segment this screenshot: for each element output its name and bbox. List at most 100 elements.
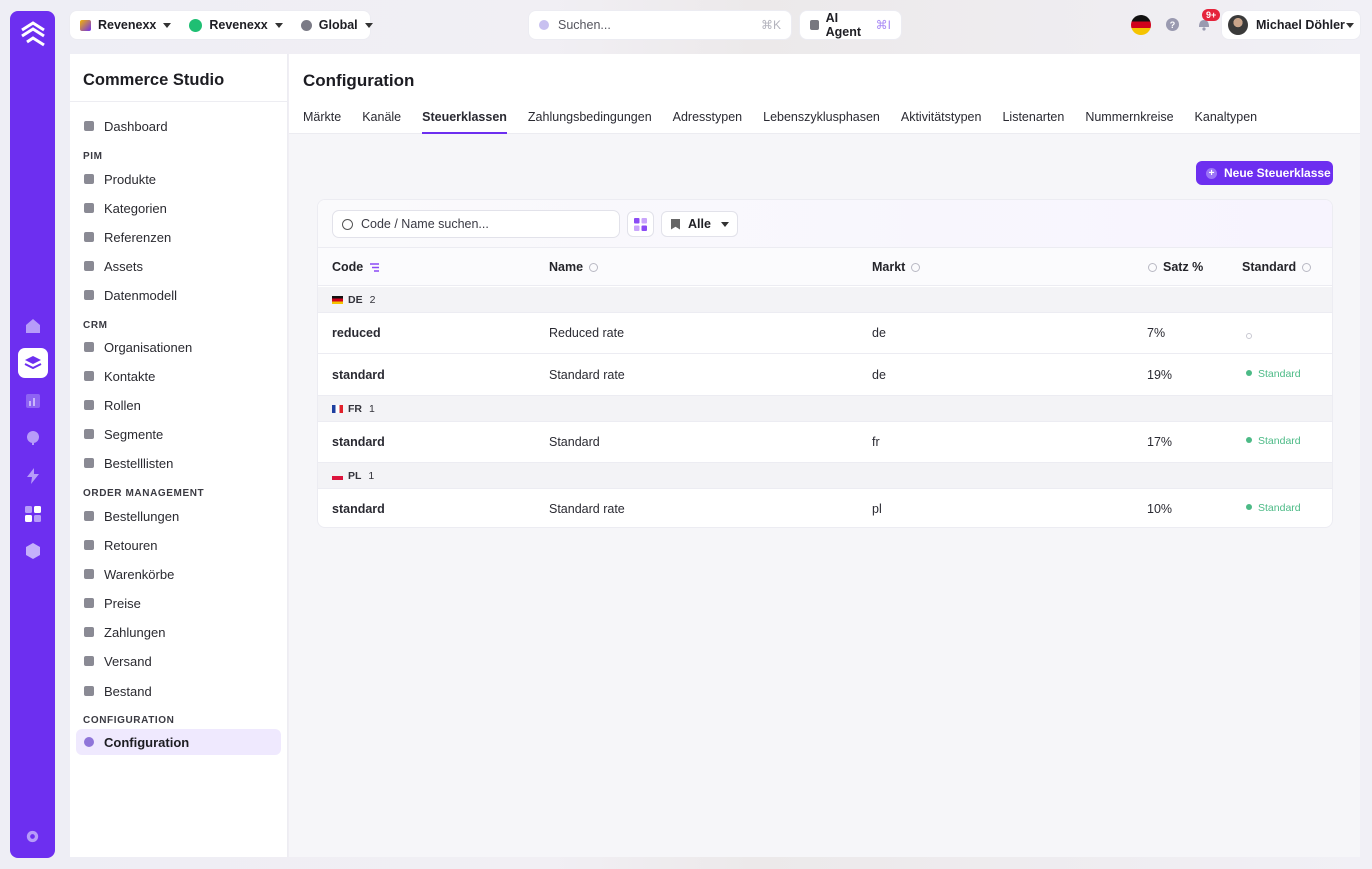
sidebar-item-versand[interactable]: Versand — [76, 648, 281, 674]
cell-rate: 10% — [1147, 502, 1173, 516]
column-name[interactable]: Name — [549, 248, 599, 286]
table-row[interactable]: standard Standard rate pl 10% Standard — [318, 489, 1332, 527]
app-logo-icon[interactable] — [19, 20, 47, 48]
group-count: 1 — [369, 402, 375, 415]
org-label: Revenexx — [98, 18, 157, 32]
ai-agent-button[interactable]: AI Agent ⌘I — [800, 11, 901, 39]
column-standard[interactable]: Standard — [1242, 248, 1312, 286]
region-selector[interactable]: Global — [291, 11, 381, 39]
search-icon — [539, 20, 549, 30]
user-menu[interactable]: Michael Döhler — [1222, 11, 1360, 39]
sidebar-item-configuration[interactable]: Configuration — [76, 729, 281, 755]
language-flag-icon[interactable] — [1131, 15, 1151, 35]
sidebar-item-organisationen[interactable]: Organisationen — [76, 334, 281, 360]
truck-icon — [84, 656, 94, 666]
table-row[interactable]: reduced Reduced rate de 7% — [318, 313, 1332, 354]
tab-lebenszyklusphasen[interactable]: Lebenszyklusphasen — [763, 110, 880, 134]
analytics-icon[interactable] — [18, 386, 48, 416]
cell-name: Standard rate — [549, 502, 625, 516]
location-icon[interactable] — [18, 423, 48, 453]
sidebar-item-bestelllisten[interactable]: Bestelllisten — [76, 450, 281, 476]
sort-icon — [589, 262, 599, 272]
user-name: Michael Döhler — [1256, 18, 1345, 32]
tab-steuerklassen[interactable]: Steuerklassen — [422, 110, 507, 134]
column-market[interactable]: Markt — [872, 248, 921, 286]
global-search-input[interactable]: Suchen... ⌘K — [529, 11, 791, 39]
column-label: Name — [549, 260, 584, 274]
tab-aktivitaetstypen[interactable]: Aktivitätstypen — [901, 110, 982, 134]
filter-label: Alle — [688, 217, 711, 231]
sidebar-item-datenmodell[interactable]: Datenmodell — [76, 282, 281, 308]
sidebar-item-preise[interactable]: Preise — [76, 590, 281, 616]
sort-icon — [1148, 262, 1157, 272]
sidebar-item-zahlungen[interactable]: Zahlungen — [76, 619, 281, 645]
workspace-label: Revenexx — [209, 18, 268, 32]
flag-de-icon — [332, 295, 343, 304]
cube-icon[interactable] — [18, 536, 48, 566]
sort-active-icon — [370, 262, 380, 272]
help-icon[interactable]: ? — [1166, 18, 1179, 31]
tab-listenarten[interactable]: Listenarten — [1002, 110, 1064, 134]
sidebar-item-bestand[interactable]: Bestand — [76, 678, 281, 704]
image-icon — [84, 261, 94, 271]
group-row-fr[interactable]: FR 1 — [318, 396, 1332, 422]
sidebar: Commerce Studio Dashboard PIM Produkte K… — [70, 54, 288, 857]
tab-maerkte[interactable]: Märkte — [303, 110, 341, 134]
sidebar-item-kategorien[interactable]: Kategorien — [76, 195, 281, 221]
sidebar-item-warenkoerbe[interactable]: Warenkörbe — [76, 561, 281, 587]
new-tax-class-button[interactable]: + Neue Steuerklasse — [1196, 161, 1333, 185]
sidebar-item-rollen[interactable]: Rollen — [76, 392, 281, 418]
cube-icon — [84, 203, 94, 213]
sidebar-item-label: Produkte — [104, 171, 157, 187]
column-rate[interactable]: Satz % — [1148, 248, 1203, 286]
home-icon[interactable] — [18, 311, 48, 341]
filter-dropdown[interactable]: Alle — [661, 211, 738, 237]
sort-icon — [911, 262, 921, 272]
layers-icon[interactable] — [18, 348, 48, 378]
sidebar-item-label: Preise — [104, 595, 141, 611]
gear-icon[interactable] — [24, 828, 41, 845]
group-row-pl[interactable]: PL 1 — [318, 463, 1332, 489]
sidebar-item-segmente[interactable]: Segmente — [76, 421, 281, 447]
table-search-input[interactable]: Code / Name suchen... — [332, 210, 620, 238]
tab-zahlungsbedingungen[interactable]: Zahlungsbedingungen — [528, 110, 652, 134]
cell-code: standard — [332, 435, 385, 449]
table-row[interactable]: standard Standard fr 17% Standard — [318, 422, 1332, 463]
ai-agent-label: AI Agent — [825, 11, 862, 39]
sidebar-item-bestellungen[interactable]: Bestellungen — [76, 503, 281, 529]
app-rail — [10, 11, 55, 858]
sidebar-item-produkte[interactable]: Produkte — [76, 166, 281, 192]
sidebar-item-assets[interactable]: Assets — [76, 253, 281, 279]
tab-kanaltypen[interactable]: Kanaltypen — [1195, 110, 1258, 134]
sidebar-item-retouren[interactable]: Retouren — [76, 532, 281, 558]
workspace-selector[interactable]: Revenexx — [179, 11, 290, 39]
gear-icon — [84, 737, 94, 747]
cube-icon — [84, 371, 94, 381]
tab-kanaele[interactable]: Kanäle — [362, 110, 401, 134]
table-row[interactable]: standard Standard rate de 19% Standard — [318, 355, 1332, 396]
org-selector[interactable]: Revenexx — [70, 11, 179, 39]
view-toggle-button[interactable] — [627, 211, 654, 237]
tab-nummernkreise[interactable]: Nummernkreise — [1085, 110, 1173, 134]
bookmark-icon — [671, 218, 680, 230]
sidebar-item-label: Versand — [104, 653, 152, 669]
tab-adresstypen[interactable]: Adresstypen — [673, 110, 742, 134]
cell-market: de — [872, 326, 886, 340]
sidebar-item-label: Warenkörbe — [104, 566, 175, 582]
lightning-icon[interactable] — [18, 461, 48, 491]
group-count: 2 — [369, 293, 376, 306]
apps-icon[interactable] — [18, 499, 48, 529]
shield-icon — [84, 400, 94, 410]
status-label: Standard — [1258, 435, 1301, 447]
cube-icon — [84, 511, 94, 521]
sidebar-item-kontakte[interactable]: Kontakte — [76, 363, 281, 389]
sidebar-item-dashboard[interactable]: Dashboard — [76, 113, 281, 139]
sidebar-item-referenzen[interactable]: Referenzen — [76, 224, 281, 250]
sidebar-item-label: Bestelllisten — [104, 455, 174, 471]
column-label: Code — [332, 260, 364, 274]
cube-icon — [84, 342, 94, 352]
cell-name: Reduced rate — [549, 326, 625, 340]
column-code[interactable]: Code — [332, 248, 380, 286]
group-row-de[interactable]: DE 2 — [318, 287, 1332, 313]
notification-badge: 9+ — [1202, 9, 1221, 21]
